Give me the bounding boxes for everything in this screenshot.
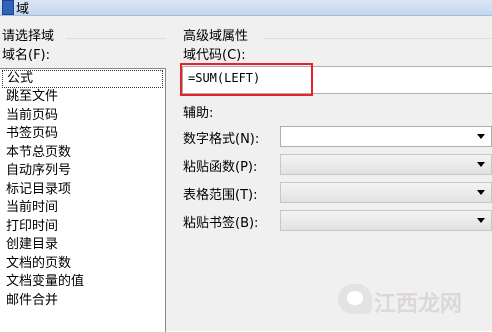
chevron-down-icon — [477, 162, 485, 167]
chevron-down-icon — [477, 218, 485, 223]
watermark-text: 江西龙网 — [374, 291, 463, 317]
dialog-title: 域 — [16, 2, 30, 17]
list-item[interactable]: 标记目录项 — [0, 181, 165, 200]
chevron-down-icon — [477, 134, 485, 139]
paste-bookmark-label: 粘贴书签(B): — [183, 216, 259, 231]
group-divider-left — [66, 38, 166, 39]
highlight-box — [180, 63, 313, 96]
helper-label: 辅助: — [183, 106, 214, 121]
list-item[interactable]: 自动序列号 — [0, 162, 165, 181]
list-item-formula[interactable]: 公式 — [2, 70, 163, 88]
app-icon — [2, 0, 14, 15]
table-range-dropdown[interactable] — [280, 182, 492, 203]
field-names-label: 域名(F): — [2, 48, 51, 63]
list-item[interactable]: 打印时间 — [0, 218, 165, 237]
list-item[interactable]: 当前时间 — [0, 199, 165, 218]
field-code-label: 域代码(C): — [183, 48, 246, 63]
paste-function-dropdown[interactable] — [280, 154, 492, 175]
list-item[interactable]: 文档的页数 — [0, 255, 165, 274]
list-item[interactable]: 创建目录 — [0, 236, 165, 255]
number-format-label: 数字格式(N): — [183, 132, 260, 147]
list-item[interactable]: 本节总页数 — [0, 144, 165, 163]
list-item[interactable]: 文档变量的值 — [0, 273, 165, 292]
list-item[interactable]: 书签页码 — [0, 125, 165, 144]
group-divider-right — [264, 38, 492, 39]
field-names-list[interactable]: 公式 跳至文件 当前页码 书签页码 本节总页数 自动序列号 标记目录项 当前时间… — [0, 68, 166, 332]
watermark-logo-icon — [338, 284, 372, 314]
list-item[interactable]: 跳至文件 — [0, 88, 165, 107]
advanced-properties-heading: 高级域属性 — [183, 29, 249, 44]
paste-bookmark-dropdown[interactable] — [280, 210, 492, 231]
number-format-dropdown[interactable] — [280, 126, 492, 147]
list-item[interactable]: 当前页码 — [0, 107, 165, 126]
list-item[interactable]: 邮件合并 — [0, 292, 165, 311]
select-field-heading: 请选择域 — [2, 29, 55, 44]
chevron-down-icon — [477, 190, 485, 195]
table-range-label: 表格范围(T): — [183, 188, 258, 203]
paste-function-label: 粘贴函数(P): — [183, 160, 258, 175]
dialog-title-bar[interactable]: 域 — [0, 0, 492, 17]
